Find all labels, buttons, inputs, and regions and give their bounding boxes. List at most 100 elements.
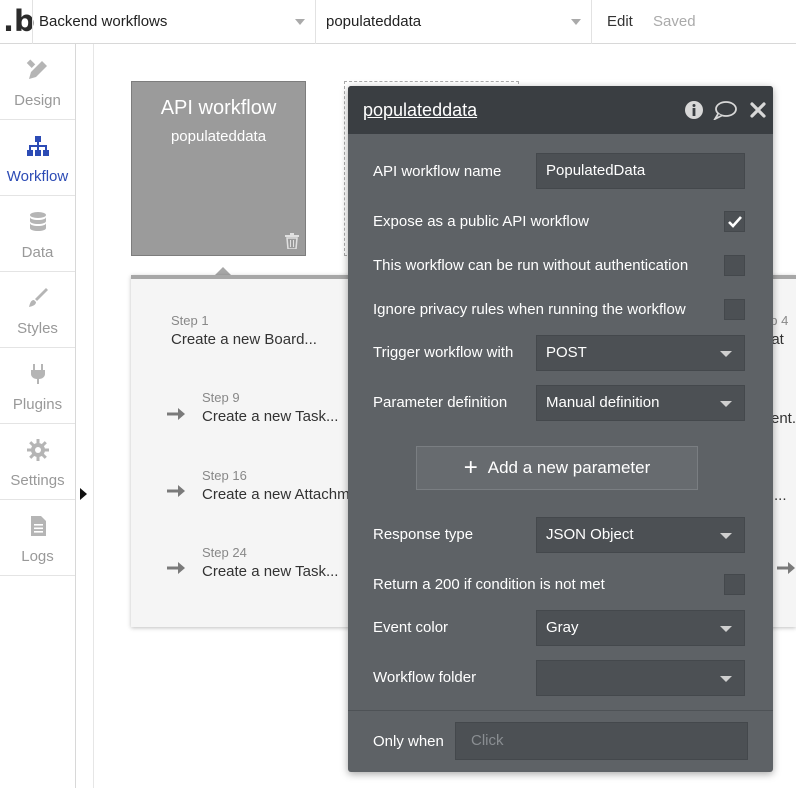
top-bar: .b Backend workflows populateddata Edit … — [0, 0, 796, 44]
parameter-definition-value: Manual definition — [546, 394, 660, 411]
chevron-down-icon — [571, 19, 581, 25]
workflow-step[interactable]: Step 16 Create a new Attachm — [202, 468, 350, 503]
arrow-right-icon — [777, 562, 795, 574]
document-icon — [31, 516, 46, 536]
plug-icon — [31, 364, 45, 384]
api-workflow-name-input[interactable]: PopulatedData — [536, 153, 745, 189]
response-type-label: Response type — [373, 526, 474, 543]
sidebar-item-data[interactable]: Data — [0, 196, 75, 272]
workflow-folder-label: Workflow folder — [373, 669, 477, 686]
no-auth-label: This workflow can be run without authent… — [373, 257, 689, 274]
step-name: ... — [774, 487, 787, 504]
left-sidebar: Design Workflow Data Styles Plugins Sett… — [0, 44, 76, 788]
add-parameter-label: Add a new parameter — [487, 458, 651, 477]
page-selector-value: Backend workflows — [39, 13, 168, 30]
page-selector[interactable]: Backend workflows — [32, 0, 316, 44]
step-number: Step 1 — [171, 313, 209, 328]
api-card-subtitle: populateddata — [170, 128, 267, 145]
response-type-value: JSON Object — [546, 526, 634, 543]
database-icon — [30, 212, 46, 231]
close-icon[interactable] — [748, 100, 768, 120]
sidebar-item-label: Settings — [10, 472, 65, 489]
trigger-method-dropdown[interactable]: POST — [536, 335, 745, 371]
expose-public-label: Expose as a public API workflow — [373, 213, 589, 230]
event-color-label: Event color — [373, 619, 449, 636]
step-name: Create a new Attachm — [202, 486, 350, 503]
workflow-step[interactable]: ... — [774, 484, 787, 504]
arrow-right-icon — [167, 408, 185, 420]
bubble-logo[interactable]: .b — [3, 3, 35, 39]
editor-header: populateddata — [348, 86, 773, 134]
parameter-definition-dropdown[interactable]: Manual definition — [536, 385, 745, 421]
response-type-dropdown[interactable]: JSON Object — [536, 517, 745, 553]
checkmark-icon — [728, 216, 742, 228]
sidebar-item-styles[interactable]: Styles — [0, 272, 75, 348]
sidebar-item-design[interactable]: Design — [0, 44, 75, 120]
event-color-value: Gray — [546, 619, 579, 636]
step-number: Step 9 — [202, 390, 240, 405]
chevron-down-icon — [720, 351, 732, 357]
sidebar-item-label: Design — [14, 92, 61, 109]
editor-title[interactable]: populateddata — [363, 100, 477, 121]
trigger-method-value: POST — [546, 344, 587, 361]
plus-icon: + — [463, 454, 478, 481]
arrow-right-icon — [167, 485, 185, 497]
workflow-step[interactable]: Step 24 Create a new Task... — [202, 545, 338, 580]
step-name: ent. — [771, 410, 796, 427]
workflow-step[interactable]: Step 1 Create a new Board... — [171, 313, 317, 348]
workflow-selector-value: populateddata — [326, 13, 422, 30]
step-name: Create a new Task... — [202, 408, 339, 425]
event-color-dropdown[interactable]: Gray — [536, 610, 745, 646]
sidebar-expand-arrow-icon[interactable] — [80, 488, 87, 500]
edit-menu[interactable]: Edit — [607, 0, 633, 44]
brush-icon — [29, 288, 48, 307]
editor-divider — [348, 710, 773, 711]
arrow-right-icon — [167, 562, 185, 574]
comment-icon[interactable] — [713, 100, 737, 120]
sidebar-item-label: Plugins — [12, 396, 63, 413]
api-card-title: API workflow — [160, 97, 277, 119]
ignore-privacy-label: Ignore privacy rules when running the wo… — [373, 301, 686, 318]
workflow-step[interactable]: Step 9 Create a new Task... — [202, 390, 338, 425]
ignore-privacy-checkbox[interactable] — [724, 299, 745, 320]
gear-icon — [27, 439, 49, 461]
workflow-step[interactable]: ent. — [771, 407, 796, 427]
sidebar-item-workflow[interactable]: Workflow — [0, 120, 75, 196]
api-workflow-property-editor: populateddata API workflow name Populate… — [348, 86, 773, 772]
only-when-label: Only when — [373, 733, 444, 750]
info-icon[interactable] — [684, 100, 704, 120]
parameter-definition-label: Parameter definition — [373, 394, 508, 411]
api-workflow-name-label: API workflow name — [373, 163, 502, 180]
api-workflow-card[interactable]: API workflow populateddata — [131, 81, 306, 256]
return-200-label: Return a 200 if condition is not met — [373, 576, 605, 593]
chevron-down-icon — [720, 401, 732, 407]
step-number: Step 16 — [202, 468, 247, 483]
workflow-icon — [27, 136, 49, 156]
design-icon — [26, 59, 47, 79]
chevron-down-icon — [720, 676, 732, 682]
saved-status: Saved — [653, 13, 696, 30]
sidebar-item-logs[interactable]: Logs — [0, 500, 75, 576]
chevron-down-icon — [720, 626, 732, 632]
step-name: Create a new Task... — [202, 563, 339, 580]
sidebar-item-settings[interactable]: Settings — [0, 424, 75, 500]
canvas-border — [93, 44, 94, 788]
chevron-down-icon — [295, 19, 305, 25]
add-parameter-button[interactable]: + Add a new parameter — [416, 446, 698, 490]
step-name: Create a new Board... — [171, 331, 317, 348]
sidebar-item-label: Data — [21, 244, 54, 261]
sidebar-item-label: Logs — [21, 548, 54, 565]
step-number: Step 24 — [202, 545, 247, 560]
workflow-folder-dropdown[interactable] — [536, 660, 745, 696]
only-when-input[interactable]: Click — [455, 722, 748, 760]
expose-public-checkbox[interactable] — [724, 211, 745, 232]
return-200-checkbox[interactable] — [724, 574, 745, 595]
trigger-workflow-label: Trigger workflow with — [373, 344, 514, 361]
no-auth-checkbox[interactable] — [724, 255, 745, 276]
sidebar-item-plugins[interactable]: Plugins — [0, 348, 75, 424]
trash-icon[interactable] — [285, 233, 299, 249]
sidebar-item-label: Workflow — [6, 168, 69, 185]
chevron-down-icon — [720, 533, 732, 539]
workflow-selector[interactable]: populateddata — [316, 0, 592, 44]
sidebar-item-label: Styles — [17, 320, 58, 337]
